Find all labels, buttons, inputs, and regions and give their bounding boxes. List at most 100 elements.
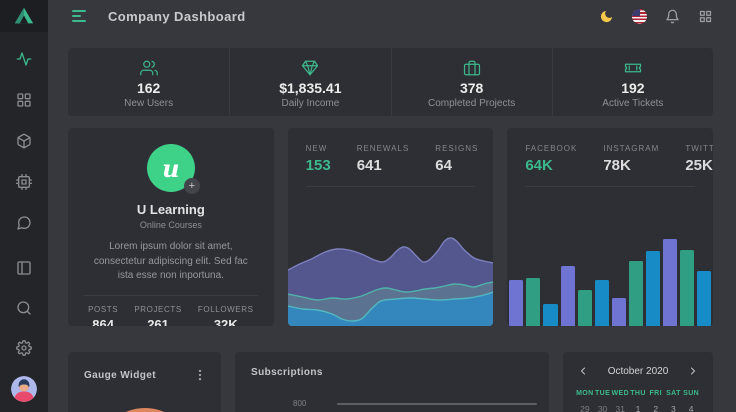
- page-title: Company Dashboard: [108, 9, 246, 24]
- stat-label: PROJECTS: [134, 305, 181, 314]
- settings-icon: [16, 340, 32, 356]
- subscriptions-title: Subscriptions: [251, 367, 323, 378]
- system-icon: [16, 174, 32, 190]
- y-axis-tick-label: 800: [293, 399, 306, 408]
- metric-label: TWITTER: [685, 144, 713, 153]
- top-header: Company Dashboard: [48, 0, 736, 32]
- sidebar-item-box[interactable]: [12, 129, 36, 153]
- menu-toggle-button[interactable]: [72, 10, 88, 22]
- bar-6: [595, 280, 609, 326]
- stat-value: $1,835.41: [279, 80, 341, 96]
- kebab-icon: [193, 368, 207, 382]
- sidebar-item-grid[interactable]: [12, 88, 36, 112]
- stats-summary-card: 162New Users$1,835.41Daily Income378Comp…: [68, 48, 713, 116]
- sidebar-item-gear[interactable]: [12, 336, 36, 360]
- memberships-area-chart: [288, 226, 494, 326]
- weekday-thu: THU: [629, 390, 647, 397]
- metric-label: RESIGNS: [435, 144, 478, 153]
- bar-2: [526, 278, 540, 326]
- add-follow-button[interactable]: +: [184, 178, 200, 194]
- chevron-right-icon: [687, 365, 699, 377]
- stat-label: New Users: [124, 98, 173, 109]
- metric-renewals: RENEWALS641: [357, 144, 410, 174]
- divider: [525, 186, 695, 187]
- metric-label: INSTAGRAM: [603, 144, 659, 153]
- apps-icon: [698, 9, 713, 24]
- calendar-day-2[interactable]: 2: [647, 404, 665, 412]
- subscriptions-card: Subscriptions 800: [235, 352, 549, 412]
- metric-resigns: RESIGNS 64: [435, 144, 478, 174]
- bar-12: [697, 271, 711, 326]
- metric-instagram: INSTAGRAM 78K: [603, 144, 659, 174]
- metric-value: 78K: [603, 157, 659, 174]
- ticket-icon: [624, 59, 642, 77]
- metric-value: 25K: [685, 157, 713, 174]
- ticket-icon: [624, 59, 642, 77]
- gauge-arc: [97, 408, 193, 412]
- profile-stats: POSTS864PROJECTS261FOLLOWERS32K: [68, 296, 274, 327]
- metric-facebook: FACEBOOK64K: [525, 144, 577, 174]
- sidebar-item-activity[interactable]: [12, 47, 36, 71]
- memberships-chart-card: NEW153 RENEWALS641 RESIGNS 64: [288, 128, 494, 326]
- bar-10: [663, 239, 677, 326]
- stat-label: FOLLOWERS: [198, 305, 254, 314]
- metric-value: 64: [435, 157, 478, 174]
- metric-twitter: TWITTER 25K: [685, 144, 713, 174]
- calendar-day-3[interactable]: 3: [665, 404, 683, 412]
- sidebar-item-chat[interactable]: [12, 211, 36, 235]
- bar-3: [543, 304, 557, 326]
- stat-value: 192: [621, 80, 644, 96]
- stat-completed-projects: 378Completed Projects: [391, 48, 552, 116]
- us-flag-icon[interactable]: [630, 7, 648, 25]
- stat-label: Daily Income: [281, 98, 339, 109]
- gauge-widget-card: Gauge Widget: [68, 352, 221, 412]
- calendar-day-4[interactable]: 4: [682, 404, 700, 412]
- sidebar-item-cpu[interactable]: [12, 170, 36, 194]
- moon-icon[interactable]: [597, 7, 615, 25]
- metric-label: RENEWALS: [357, 144, 410, 153]
- notifications-icon[interactable]: [663, 7, 681, 25]
- weekday-fri: FRI: [647, 390, 665, 397]
- stat-value: 261: [134, 317, 181, 327]
- bar-5: [578, 290, 592, 326]
- user-avatar[interactable]: [11, 376, 37, 402]
- calendar-prev-button[interactable]: [576, 364, 590, 378]
- weekday-sun: SUN: [682, 390, 700, 397]
- dashboard-icon: [16, 92, 32, 108]
- social-stats: FACEBOOK64K INSTAGRAM 78K TWITTER 25K: [507, 128, 713, 174]
- kebab-menu-button[interactable]: [193, 367, 207, 383]
- diamond-icon: [301, 59, 319, 77]
- stat-value: 378: [460, 80, 483, 96]
- stat-label: Active Tickets: [602, 98, 663, 109]
- weekday-mon: MON: [576, 390, 594, 397]
- divider: [306, 186, 476, 187]
- bar-8: [629, 261, 643, 326]
- bottom-widgets-row: Gauge Widget Subscriptions 800 October 2…: [68, 352, 713, 412]
- app-logo[interactable]: [0, 0, 48, 32]
- profile-subtitle: Online Courses: [68, 220, 274, 230]
- calendar-day-31[interactable]: 31: [611, 404, 629, 412]
- sidebar-item-layout[interactable]: [12, 256, 36, 280]
- calendar-day-1[interactable]: 1: [629, 404, 647, 412]
- calendar-next-button[interactable]: [686, 364, 700, 378]
- notifications-icon: [665, 9, 680, 24]
- chat-icon: [16, 215, 32, 231]
- metric-new: NEW153: [306, 144, 331, 174]
- profile-card: u + U Learning Online Courses Lorem ipsu…: [68, 128, 274, 326]
- bar-11: [680, 250, 694, 326]
- stat-daily-income: $1,835.41 Daily Income: [229, 48, 390, 116]
- weekday-sat: SAT: [665, 390, 683, 397]
- bar-4: [561, 266, 575, 326]
- social-bar-chart: [509, 236, 711, 326]
- profile-stat-posts: POSTS864: [88, 305, 118, 327]
- bar-7: [612, 298, 626, 326]
- sidebar-item-search[interactable]: [12, 296, 36, 320]
- metric-value: 153: [306, 157, 331, 174]
- calendar-day-29[interactable]: 29: [576, 404, 594, 412]
- calendar-dates-row: 2930311234: [576, 404, 700, 412]
- calendar-day-30[interactable]: 30: [594, 404, 612, 412]
- apps-icon[interactable]: [696, 7, 714, 25]
- search-icon: [16, 300, 32, 316]
- bar-1: [509, 280, 523, 326]
- metric-label: FACEBOOK: [525, 144, 577, 153]
